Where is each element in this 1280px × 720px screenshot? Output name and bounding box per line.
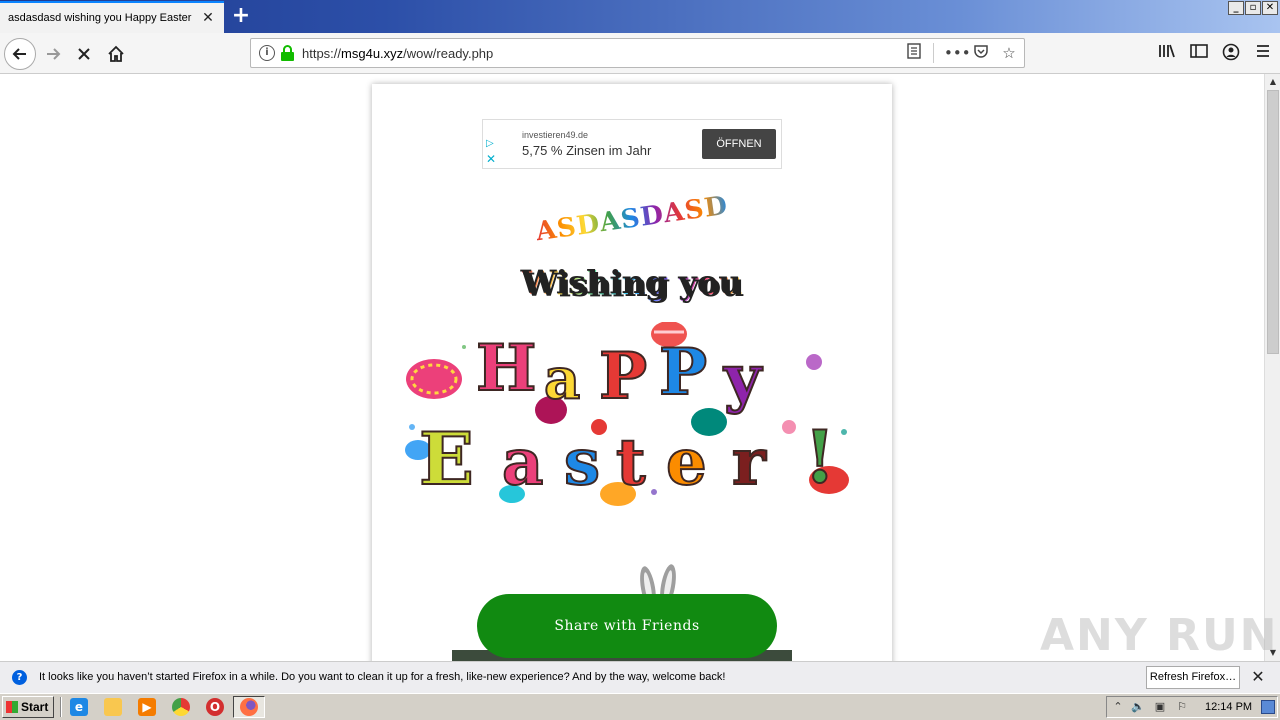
page-viewport: ▷ ✕ investieren49.de 5,75 % Zinsen im Ja…: [0, 74, 1264, 661]
tab-strip: asdasdasd wishing you Happy Easter ✕ + _…: [0, 0, 1280, 33]
bookmark-star-icon[interactable]: ☆: [1000, 43, 1018, 63]
start-label: Start: [21, 700, 49, 714]
divider: [933, 43, 934, 63]
clock[interactable]: 12:14 PM: [1205, 701, 1252, 713]
new-tab-button[interactable]: +: [230, 4, 252, 28]
taskbar: Start e ▶ O ⌃ 🔈 ▣ ⚐ 12:14 PM: [0, 693, 1280, 720]
letter-a: a: [544, 346, 580, 412]
share-with-friends-button[interactable]: Share with Friends: [477, 594, 777, 658]
url-scheme: https://: [302, 46, 342, 61]
url-bar[interactable]: i https://msg4u.xyz/wow/ready.php ••• ☆: [250, 38, 1025, 68]
greeting-card: ▷ ✕ investieren49.de 5,75 % Zinsen im Ja…: [372, 84, 892, 661]
letter-p2: P: [659, 335, 707, 410]
firefox-taskbar-button[interactable]: [233, 696, 265, 718]
tab-title: asdasdasd wishing you Happy Easter: [8, 12, 192, 24]
volume-icon[interactable]: 🔈: [1131, 700, 1145, 714]
letter-a2: a: [502, 425, 543, 500]
help-icon: ?: [12, 670, 27, 685]
notification-bar: ? It looks like you haven’t started Fire…: [0, 661, 1280, 693]
ad-headline: 5,75 % Zinsen im Jahr: [522, 143, 652, 158]
ad-domain: investieren49.de: [522, 130, 589, 140]
reader-view-icon[interactable]: [905, 43, 923, 63]
letter-h: H: [476, 331, 536, 406]
minimize-button[interactable]: _: [1228, 1, 1244, 15]
url-path: /wow/ready.php: [403, 46, 494, 61]
window-controls: _ ▫ ✕: [1228, 1, 1278, 15]
back-arrow-icon: [12, 48, 26, 60]
adchoices-icon[interactable]: ▷: [486, 138, 498, 150]
ad-open-button[interactable]: ÖFFNEN: [702, 129, 776, 159]
letter-r: r: [732, 425, 767, 500]
letter-e2: e: [666, 425, 707, 500]
internet-explorer-icon[interactable]: e: [70, 698, 88, 716]
ad-close-icon[interactable]: ✕: [486, 153, 498, 165]
tab-close-icon[interactable]: ✕: [200, 10, 216, 26]
action-center-flag-icon[interactable]: ⚐: [1175, 700, 1189, 714]
file-explorer-icon[interactable]: [104, 698, 122, 716]
scrollbar-thumb[interactable]: [1267, 90, 1279, 354]
url-host: msg4u.xyz: [341, 46, 404, 61]
site-info-icon[interactable]: i: [259, 45, 275, 61]
home-icon: [108, 45, 124, 62]
home-button[interactable]: [100, 38, 132, 70]
notification-message: It looks like you haven’t started Firefo…: [39, 671, 726, 683]
vertical-scrollbar[interactable]: ▲ ▼: [1264, 74, 1280, 661]
close-window-button[interactable]: ✕: [1262, 1, 1278, 15]
wishing-you-text: Wishing you: [502, 264, 762, 302]
happy-easter-artwork: H a P P y E a s t e r !: [405, 322, 849, 506]
recipient-name: ASDASDASD: [531, 190, 733, 248]
windows-logo-icon: [6, 701, 18, 713]
forward-button[interactable]: [37, 38, 69, 70]
refresh-firefox-button[interactable]: Refresh Firefox…: [1146, 666, 1240, 689]
easter-letters: E a s t e r !: [418, 413, 837, 502]
taskbar-divider: [60, 697, 62, 717]
network-icon[interactable]: ▣: [1153, 700, 1167, 714]
anyrun-watermark: ANY RUN: [1040, 610, 1279, 661]
chrome-icon[interactable]: [172, 698, 190, 716]
letter-e: E: [419, 416, 474, 501]
tab-active[interactable]: asdasdasd wishing you Happy Easter ✕: [0, 1, 224, 33]
letter-t: t: [616, 425, 646, 500]
scroll-up-arrow-icon[interactable]: ▲: [1266, 75, 1280, 89]
url-text[interactable]: https://msg4u.xyz/wow/ready.php: [302, 46, 493, 61]
letter-y: y: [723, 341, 763, 416]
toolbar-right: [1158, 43, 1272, 63]
pocket-icon[interactable]: [972, 43, 990, 63]
recipient-name-text: ASDASDASD: [534, 190, 730, 248]
url-bar-actions: ••• ☆: [905, 43, 1018, 63]
letter-s: s: [564, 425, 600, 500]
menu-icon[interactable]: [1254, 43, 1272, 63]
page-actions-icon[interactable]: •••: [944, 43, 971, 63]
ad-banner[interactable]: ▷ ✕ investieren49.de 5,75 % Zinsen im Ja…: [482, 119, 782, 169]
opera-icon[interactable]: O: [206, 698, 224, 716]
system-tray: ⌃ 🔈 ▣ ⚐ 12:14 PM: [1106, 696, 1278, 718]
start-button[interactable]: Start: [2, 696, 54, 718]
letter-p1: P: [599, 339, 647, 414]
restore-button[interactable]: ▫: [1245, 1, 1261, 15]
media-player-icon[interactable]: ▶: [138, 698, 156, 716]
lock-icon[interactable]: [281, 45, 294, 61]
sidebar-icon[interactable]: [1190, 43, 1208, 63]
navigation-bar: i https://msg4u.xyz/wow/ready.php ••• ☆: [0, 33, 1280, 74]
stop-button[interactable]: [68, 38, 100, 70]
browser-window: asdasdasd wishing you Happy Easter ✕ + _…: [0, 0, 1280, 720]
account-icon[interactable]: [1222, 43, 1240, 63]
stop-icon: [78, 48, 90, 60]
show-desktop-icon[interactable]: [1261, 700, 1275, 714]
show-hidden-icons-icon[interactable]: ⌃: [1111, 700, 1125, 714]
back-button[interactable]: [4, 38, 36, 70]
letter-exclaim: !: [804, 414, 836, 499]
notification-close-icon[interactable]: ✕: [1250, 668, 1266, 686]
wishing-you-label: Wishing you: [521, 264, 743, 302]
firefox-icon: [240, 698, 258, 716]
library-icon[interactable]: [1158, 43, 1176, 63]
forward-arrow-icon: [47, 48, 61, 60]
happy-letters: H a P P y: [475, 330, 764, 417]
